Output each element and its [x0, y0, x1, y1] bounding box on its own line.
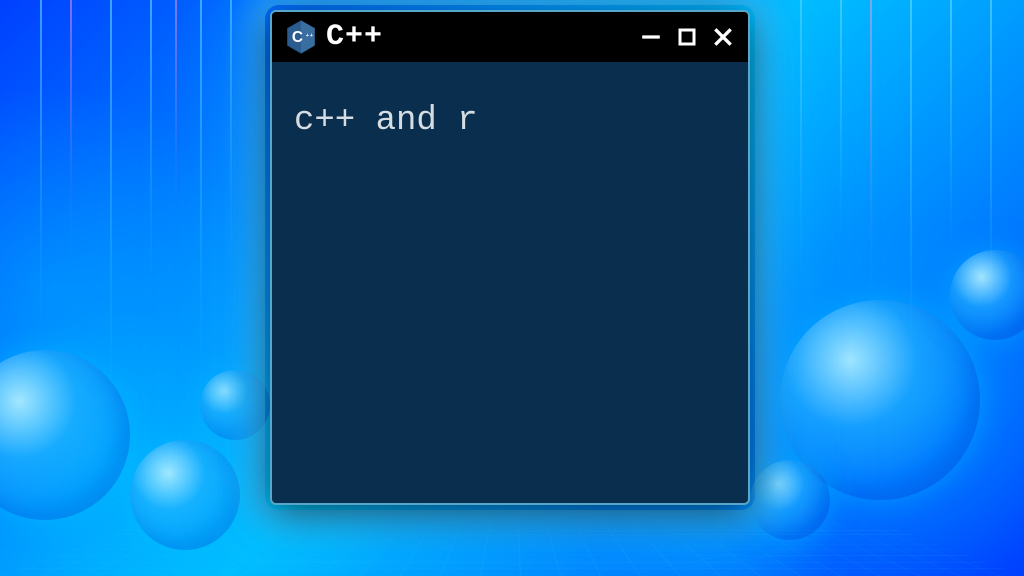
- background-sphere: [750, 460, 830, 540]
- background-sphere: [130, 440, 240, 550]
- background-sphere: [200, 370, 270, 440]
- terminal-body[interactable]: c++ and r: [272, 62, 748, 182]
- window-title: C++: [326, 20, 630, 54]
- titlebar[interactable]: C + + C++: [272, 12, 748, 62]
- window-controls: [640, 26, 734, 48]
- terminal-window: C + + C++: [270, 10, 750, 505]
- svg-text:+: +: [310, 33, 313, 39]
- minimize-button[interactable]: [640, 26, 662, 48]
- svg-text:C: C: [292, 29, 303, 46]
- cpp-logo-icon: C + +: [286, 20, 316, 54]
- maximize-button[interactable]: [676, 26, 698, 48]
- close-button[interactable]: [712, 26, 734, 48]
- svg-text:+: +: [306, 33, 309, 39]
- terminal-content: c++ and r: [294, 102, 478, 140]
